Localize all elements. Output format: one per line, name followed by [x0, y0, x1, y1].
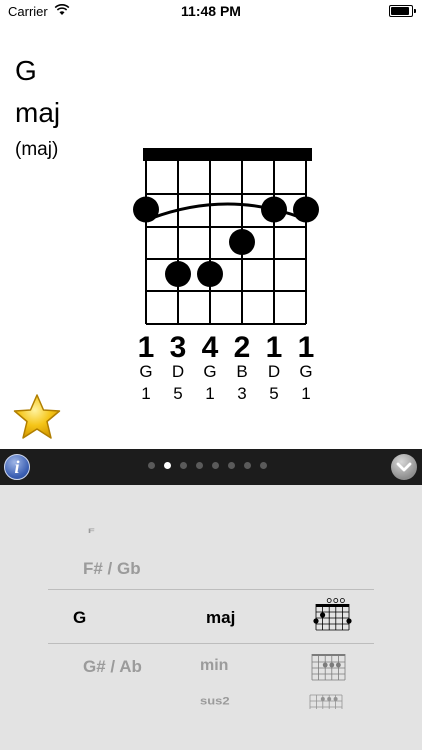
- finger-number: 3: [170, 331, 187, 364]
- picker-selected-root[interactable]: G: [73, 608, 86, 628]
- finger-dot: [229, 229, 255, 255]
- finger-dot: [133, 196, 159, 223]
- favorite-star-icon[interactable]: [12, 393, 62, 441]
- page-dot[interactable]: [196, 462, 203, 469]
- picker-root-option[interactable]: F: [88, 527, 95, 534]
- note-name: G: [299, 362, 312, 381]
- chord-picker[interactable]: F F# / Gb G maj G# / Ab min sus2: [0, 485, 422, 750]
- page-dot[interactable]: [228, 462, 235, 469]
- finger-dot: [165, 261, 191, 287]
- string-lines: [145, 161, 307, 324]
- page-dot[interactable]: [180, 462, 187, 469]
- interval-numbers: 1 5 1 3 5 1: [141, 384, 310, 403]
- finger-number: 4: [202, 331, 219, 364]
- finger-numbers: 134211: [138, 331, 315, 364]
- note-name: G: [139, 362, 152, 381]
- picker-quality-option[interactable]: sus2: [200, 694, 230, 707]
- note-name: G: [203, 362, 216, 381]
- picker-selection-top-line: [48, 589, 374, 590]
- interval-number: 5: [269, 384, 278, 403]
- finger-number: 1: [266, 331, 283, 364]
- chevron-down-icon[interactable]: [391, 454, 417, 480]
- page-dot[interactable]: [244, 462, 251, 469]
- finger-dot: [293, 196, 319, 223]
- chord-diagram: 134211 GDGBDG 151351: [133, 148, 319, 403]
- finger-number: 1: [298, 331, 315, 364]
- picker-root-option[interactable]: G# / Ab: [83, 657, 142, 677]
- picker-selection-bottom-line: [48, 643, 374, 644]
- picker-quality-option[interactable]: min: [200, 657, 228, 675]
- picker-selected-diagram[interactable]: [310, 598, 354, 636]
- interval-number: 1: [301, 384, 310, 403]
- interval-number: 1: [205, 384, 214, 403]
- note-name: B: [236, 362, 247, 381]
- interval-number: 5: [173, 384, 182, 403]
- picker-option-diagram[interactable]: [308, 651, 348, 685]
- info-icon[interactable]: i: [4, 454, 30, 480]
- note-name: D: [268, 362, 280, 381]
- finger-number: 2: [234, 331, 251, 364]
- page-dot[interactable]: [260, 462, 267, 469]
- finger-dots: [133, 196, 319, 287]
- interval-number: 1: [141, 384, 150, 403]
- toolbar: i: [0, 449, 422, 485]
- picker-root-option[interactable]: F# / Gb: [83, 559, 141, 579]
- picker-option-diagram[interactable]: [306, 691, 346, 713]
- picker-selected-quality[interactable]: maj: [206, 608, 235, 628]
- nut-bar: [143, 148, 312, 161]
- finger-dot: [197, 261, 223, 287]
- page-dot[interactable]: [164, 462, 171, 469]
- page-dot[interactable]: [212, 462, 219, 469]
- interval-number: 3: [237, 384, 246, 403]
- note-name: D: [172, 362, 184, 381]
- note-names: GDGBDG: [139, 362, 312, 381]
- finger-number: 1: [138, 331, 155, 364]
- finger-dot: [261, 196, 287, 223]
- page-dot[interactable]: [148, 462, 155, 469]
